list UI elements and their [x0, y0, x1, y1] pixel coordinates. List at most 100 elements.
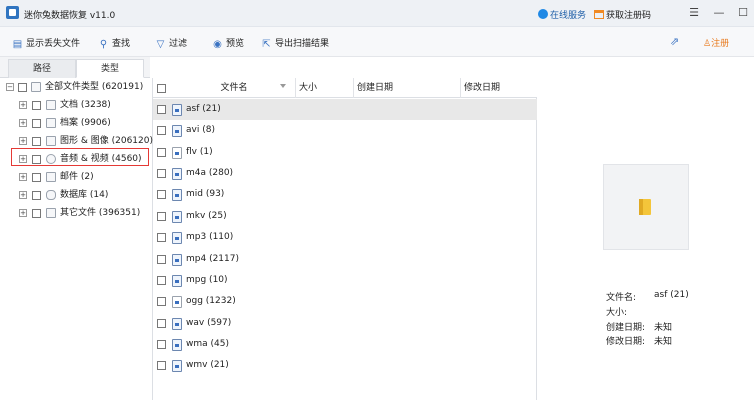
file-row[interactable]: mp3 (110) — [153, 227, 537, 248]
online-service-link[interactable]: 在线服务 — [538, 8, 586, 21]
file-row[interactable]: wma (45) — [153, 334, 537, 355]
column-header-modified[interactable]: 修改日期 — [461, 78, 537, 98]
show-lost-files-button[interactable]: ▤ 显示丢失文件 — [12, 36, 80, 50]
file-row-checkbox[interactable] — [157, 233, 166, 242]
eye-icon: ◉ — [213, 39, 222, 50]
tree-item-checkbox[interactable] — [32, 191, 41, 200]
tab-type[interactable]: 类型 — [76, 59, 144, 78]
file-row-name: mp3 (110) — [186, 232, 234, 242]
toolbar: ▤ 显示丢失文件 ⚲ 查找 ▽ 过滤 ◉ 预览 ⇱ 导出扫描结果 ⇗ ♙注册 — [0, 27, 754, 57]
tree-root[interactable]: − 全部文件类型 (620191) — [0, 78, 152, 96]
expand-icon[interactable]: + — [19, 173, 27, 181]
file-row-name: ogg (1232) — [186, 296, 236, 306]
find-button[interactable]: ⚲ 查找 — [98, 36, 130, 50]
file-row-checkbox[interactable] — [157, 340, 166, 349]
tree-root-label: 全部文件类型 (620191) — [45, 82, 144, 92]
column-header-size[interactable]: 大小 — [296, 78, 354, 98]
file-row-checkbox[interactable] — [157, 169, 166, 178]
database-icon — [46, 190, 56, 200]
media-file-icon — [172, 125, 182, 137]
tree-item-archives[interactable]: + 档案 (9906) — [0, 114, 152, 132]
file-row[interactable]: m4a (280) — [153, 163, 537, 184]
file-row[interactable]: mkv (25) — [153, 206, 537, 227]
expand-icon[interactable]: + — [19, 119, 27, 127]
file-list-header: 文件名 大小 创建日期 修改日期 — [153, 78, 537, 98]
cart-icon — [594, 10, 604, 19]
file-row[interactable]: flv (1) — [153, 142, 537, 163]
audio-file-icon — [172, 168, 182, 180]
tree-item-database[interactable]: + 数据库 (14) — [0, 186, 152, 204]
archive-icon — [46, 118, 56, 128]
tab-path[interactable]: 路径 — [8, 59, 76, 78]
tree-item-checkbox[interactable] — [32, 119, 41, 128]
column-header-name[interactable]: 文件名 — [153, 78, 296, 98]
tree-root-checkbox[interactable] — [18, 83, 27, 92]
file-row[interactable]: asf (21) — [153, 99, 537, 120]
register-button[interactable]: ♙注册 — [703, 36, 729, 49]
app-logo-icon — [6, 6, 19, 19]
file-row-checkbox[interactable] — [157, 212, 166, 221]
file-row-checkbox[interactable] — [157, 297, 166, 306]
file-row-checkbox[interactable] — [157, 319, 166, 328]
minimize-icon[interactable]: — — [711, 5, 727, 21]
left-panel-tabs: 路径 类型 — [0, 57, 150, 78]
file-row-name: avi (8) — [186, 125, 215, 135]
file-row-name: flv (1) — [186, 147, 213, 157]
file-row-checkbox[interactable] — [157, 276, 166, 285]
title-bar: 迷你兔数据恢复 v11.0 在线服务 获取注册码 ☰ — ☐ — [0, 0, 754, 27]
file-row-checkbox[interactable] — [157, 361, 166, 370]
window-title: 迷你兔数据恢复 v11.0 — [24, 11, 116, 21]
file-type-tree: − 全部文件类型 (620191) + 文档 (3238) + 档案 (9906… — [0, 78, 153, 400]
expand-icon[interactable]: + — [19, 137, 27, 145]
collapse-icon[interactable]: − — [6, 83, 14, 91]
get-code-link[interactable]: 获取注册码 — [594, 8, 651, 21]
register-label: 注册 — [711, 39, 730, 49]
filter-button[interactable]: ▽ 过滤 — [155, 36, 187, 50]
audio-file-icon — [172, 189, 182, 201]
tree-item-checkbox[interactable] — [32, 137, 41, 146]
export-scan-results-button[interactable]: ⇱ 导出扫描结果 — [261, 36, 329, 50]
search-icon: ⚲ — [99, 39, 108, 50]
file-row[interactable]: mpg (10) — [153, 270, 537, 291]
tree-item-checkbox[interactable] — [32, 173, 41, 182]
show-lost-label: 显示丢失文件 — [26, 39, 81, 49]
media-file-icon — [172, 104, 182, 116]
file-row-name: mpg (10) — [186, 275, 228, 285]
highlight-annotation-box — [11, 148, 149, 166]
file-row-checkbox[interactable] — [157, 105, 166, 114]
file-row-checkbox[interactable] — [157, 126, 166, 135]
file-row[interactable]: avi (8) — [153, 120, 537, 141]
file-row-name: m4a (280) — [186, 168, 234, 178]
tree-item-other[interactable]: + 其它文件 (396351) — [0, 204, 152, 222]
share-icon[interactable]: ⇗ — [668, 35, 681, 48]
file-row[interactable]: wmv (21) — [153, 355, 537, 376]
maximize-icon[interactable]: ☐ — [735, 5, 751, 21]
file-row-checkbox[interactable] — [157, 255, 166, 264]
expand-icon[interactable]: + — [19, 191, 27, 199]
tree-item-label: 档案 (9906) — [60, 118, 111, 128]
menu-icon[interactable]: ☰ — [686, 5, 702, 21]
file-row-checkbox[interactable] — [157, 190, 166, 199]
preview-button[interactable]: ◉ 预览 — [212, 36, 244, 50]
tree-item-documents[interactable]: + 文档 (3238) — [0, 96, 152, 114]
audio-file-icon — [172, 318, 182, 330]
computer-icon — [31, 82, 41, 92]
file-row[interactable]: mid (93) — [153, 184, 537, 205]
column-header-created[interactable]: 创建日期 — [354, 78, 461, 98]
file-row[interactable]: ogg (1232) — [153, 291, 537, 312]
file-row[interactable]: wav (597) — [153, 313, 537, 334]
user-icon: ♙ — [703, 39, 712, 49]
file-row-checkbox[interactable] — [157, 148, 166, 157]
expand-icon[interactable]: + — [19, 209, 27, 217]
tree-item-mail[interactable]: + 邮件 (2) — [0, 168, 152, 186]
file-row[interactable]: mp4 (2117) — [153, 249, 537, 270]
blank-file-icon — [172, 147, 182, 159]
sort-arrow-icon — [280, 84, 286, 88]
folder-icon — [46, 208, 56, 218]
file-row-name: wav (597) — [186, 318, 232, 328]
expand-icon[interactable]: + — [19, 101, 27, 109]
tree-item-checkbox[interactable] — [32, 101, 41, 110]
tree-item-checkbox[interactable] — [32, 209, 41, 218]
preview-created-label: 创建日期: — [606, 323, 646, 333]
video-file-icon — [172, 275, 182, 287]
